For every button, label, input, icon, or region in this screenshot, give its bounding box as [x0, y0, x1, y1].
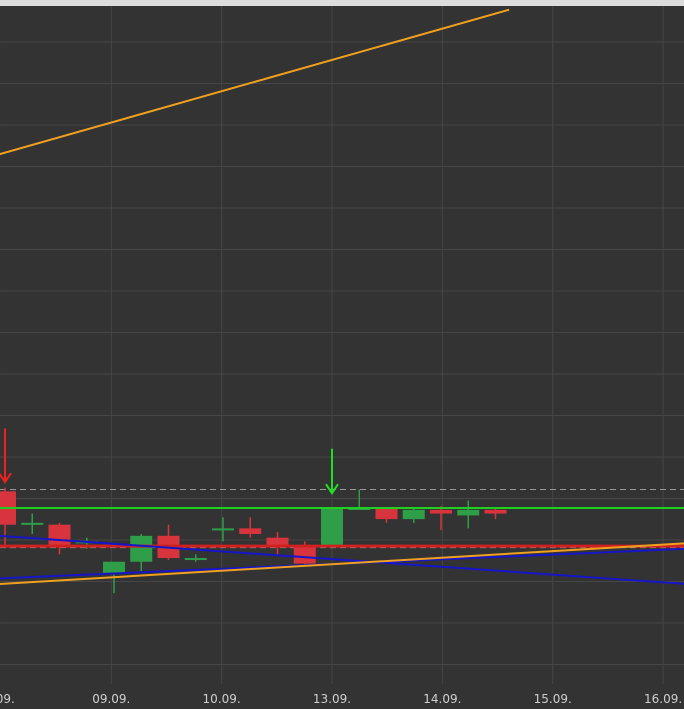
x-tick-label: 09.09. — [92, 692, 130, 706]
candle-body-down — [239, 528, 262, 534]
candle-body-up — [457, 509, 480, 516]
x-tick-label: 8.09. — [0, 692, 15, 706]
chart-canvas: 8.09. 09.09. 10.09. 13.09. 14.09. 15.09. 16.09… — [0, 0, 684, 709]
chart-background — [0, 0, 684, 709]
top-border — [0, 0, 684, 6]
candle-body-down — [48, 524, 71, 547]
candle-body-down — [484, 509, 507, 514]
candle-body-down — [430, 509, 452, 514]
candle-body-up — [130, 535, 153, 562]
x-tick-label: 15.09. — [534, 692, 572, 706]
x-tick-label: 14.09. — [423, 692, 461, 706]
candle-body-up — [212, 528, 234, 531]
candle-body-up — [103, 561, 125, 573]
candle-body-down — [375, 508, 398, 520]
candle-body-up — [21, 522, 44, 525]
candle-body-up — [402, 509, 425, 520]
x-tick-label: 10.09. — [203, 692, 241, 706]
candlestick-chart: 8.09. 09.09. 10.09. 13.09. 14.09. 15.09. 16.09… — [0, 0, 684, 709]
candle-body-down — [293, 545, 316, 564]
candle-body-up — [184, 558, 207, 561]
x-tick-label: 16.09. — [644, 692, 682, 706]
candle-body-down — [266, 537, 289, 546]
candle-body-up — [321, 508, 343, 547]
x-tick-label: 13.09. — [313, 692, 351, 706]
